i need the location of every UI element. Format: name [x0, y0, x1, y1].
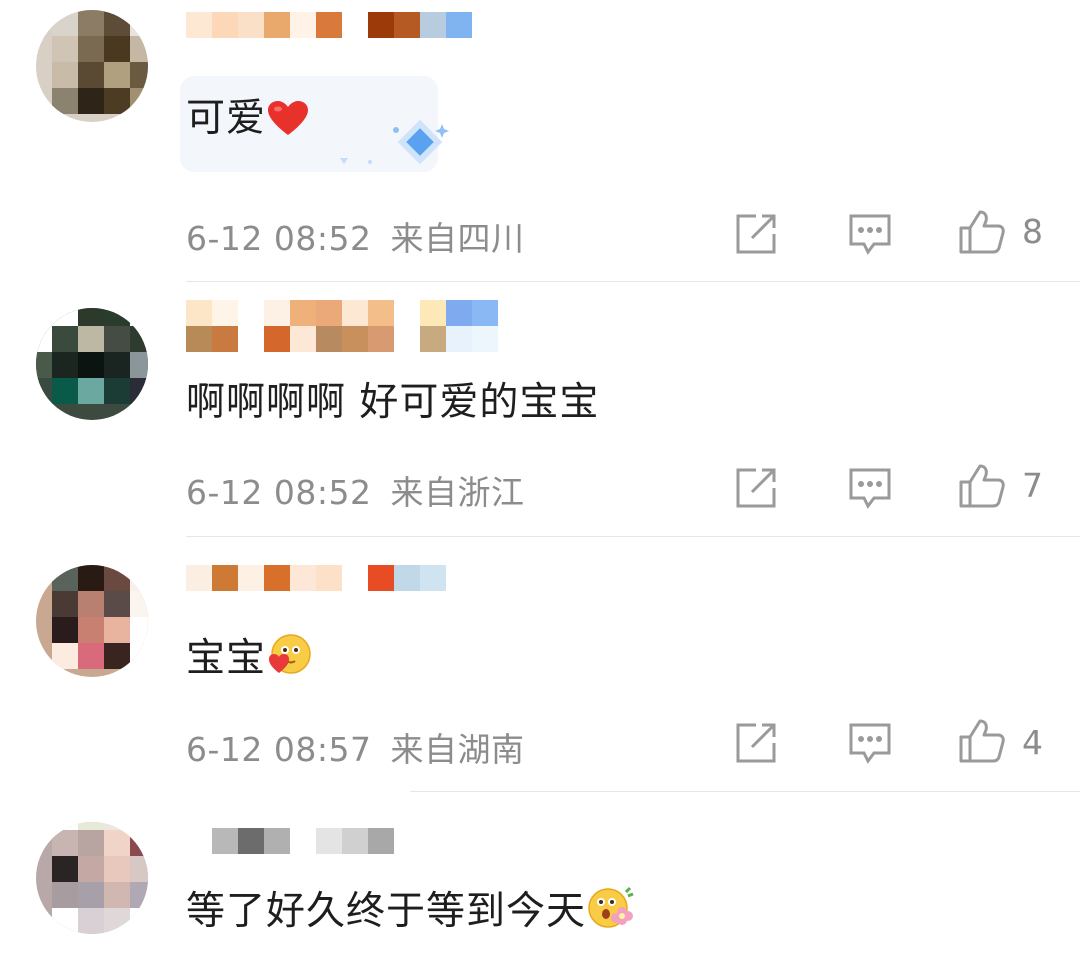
comment-location: 来自四川	[390, 219, 525, 258]
comment-text: 啊啊啊啊 好可爱的宝宝	[186, 380, 600, 425]
like-count: 8	[1022, 212, 1043, 251]
comment-time: 6-12 08:52	[186, 219, 372, 258]
comment-text-content: 可爱	[186, 96, 267, 141]
username-blurred[interactable]	[186, 828, 426, 854]
username-blurred[interactable]	[186, 300, 566, 352]
comment-text: 可爱	[186, 94, 309, 150]
reply-comment-icon[interactable]	[848, 212, 892, 256]
comment-time: 6-12 08:52	[186, 473, 372, 512]
comment-text: 等了好久终于等到今天	[186, 886, 634, 943]
comment-location: 来自湖南	[390, 730, 525, 769]
comment-item: 可爱 6-12 08:52 来自四川 8	[0, 0, 1080, 282]
like-thumbs-up-icon[interactable]	[958, 717, 1006, 765]
repost-icon[interactable]	[734, 721, 778, 765]
avatar[interactable]	[36, 565, 148, 677]
comment-meta: 6-12 08:57 来自湖南	[186, 723, 525, 771]
reply-comment-icon[interactable]	[848, 721, 892, 765]
comment-meta: 6-12 08:52 来自浙江	[186, 466, 525, 514]
blushing-heart-face-icon	[268, 633, 312, 690]
comment-item: 等了好久终于等到今天	[0, 792, 1080, 955]
like-count: 7	[1022, 466, 1043, 505]
comment-text-content: 宝宝	[186, 636, 267, 681]
comment-text: 宝宝	[186, 633, 312, 690]
avatar[interactable]	[36, 308, 148, 420]
reply-comment-icon[interactable]	[848, 466, 892, 510]
username-blurred[interactable]	[186, 12, 566, 38]
comment-location: 来自浙江	[390, 473, 525, 512]
comment-text-content: 等了好久终于等到今天	[186, 889, 587, 934]
comment-time: 6-12 08:57	[186, 730, 372, 769]
repost-icon[interactable]	[734, 212, 778, 256]
username-blurred[interactable]	[186, 565, 566, 591]
avatar[interactable]	[36, 10, 148, 122]
like-thumbs-up-icon[interactable]	[958, 462, 1006, 510]
comment-item: 宝宝 6-12 08:57 来自湖南 4	[0, 537, 1080, 792]
repost-icon[interactable]	[734, 466, 778, 510]
comment-meta: 6-12 08:52 来自四川	[186, 212, 525, 260]
avatar[interactable]	[36, 822, 148, 934]
like-thumbs-up-icon[interactable]	[958, 208, 1006, 256]
like-count: 4	[1022, 723, 1043, 762]
red-heart-icon	[268, 100, 309, 150]
comment-item: 啊啊啊啊 好可爱的宝宝 6-12 08:52 来自浙江 7	[0, 282, 1080, 537]
flower-face-icon	[588, 886, 634, 943]
